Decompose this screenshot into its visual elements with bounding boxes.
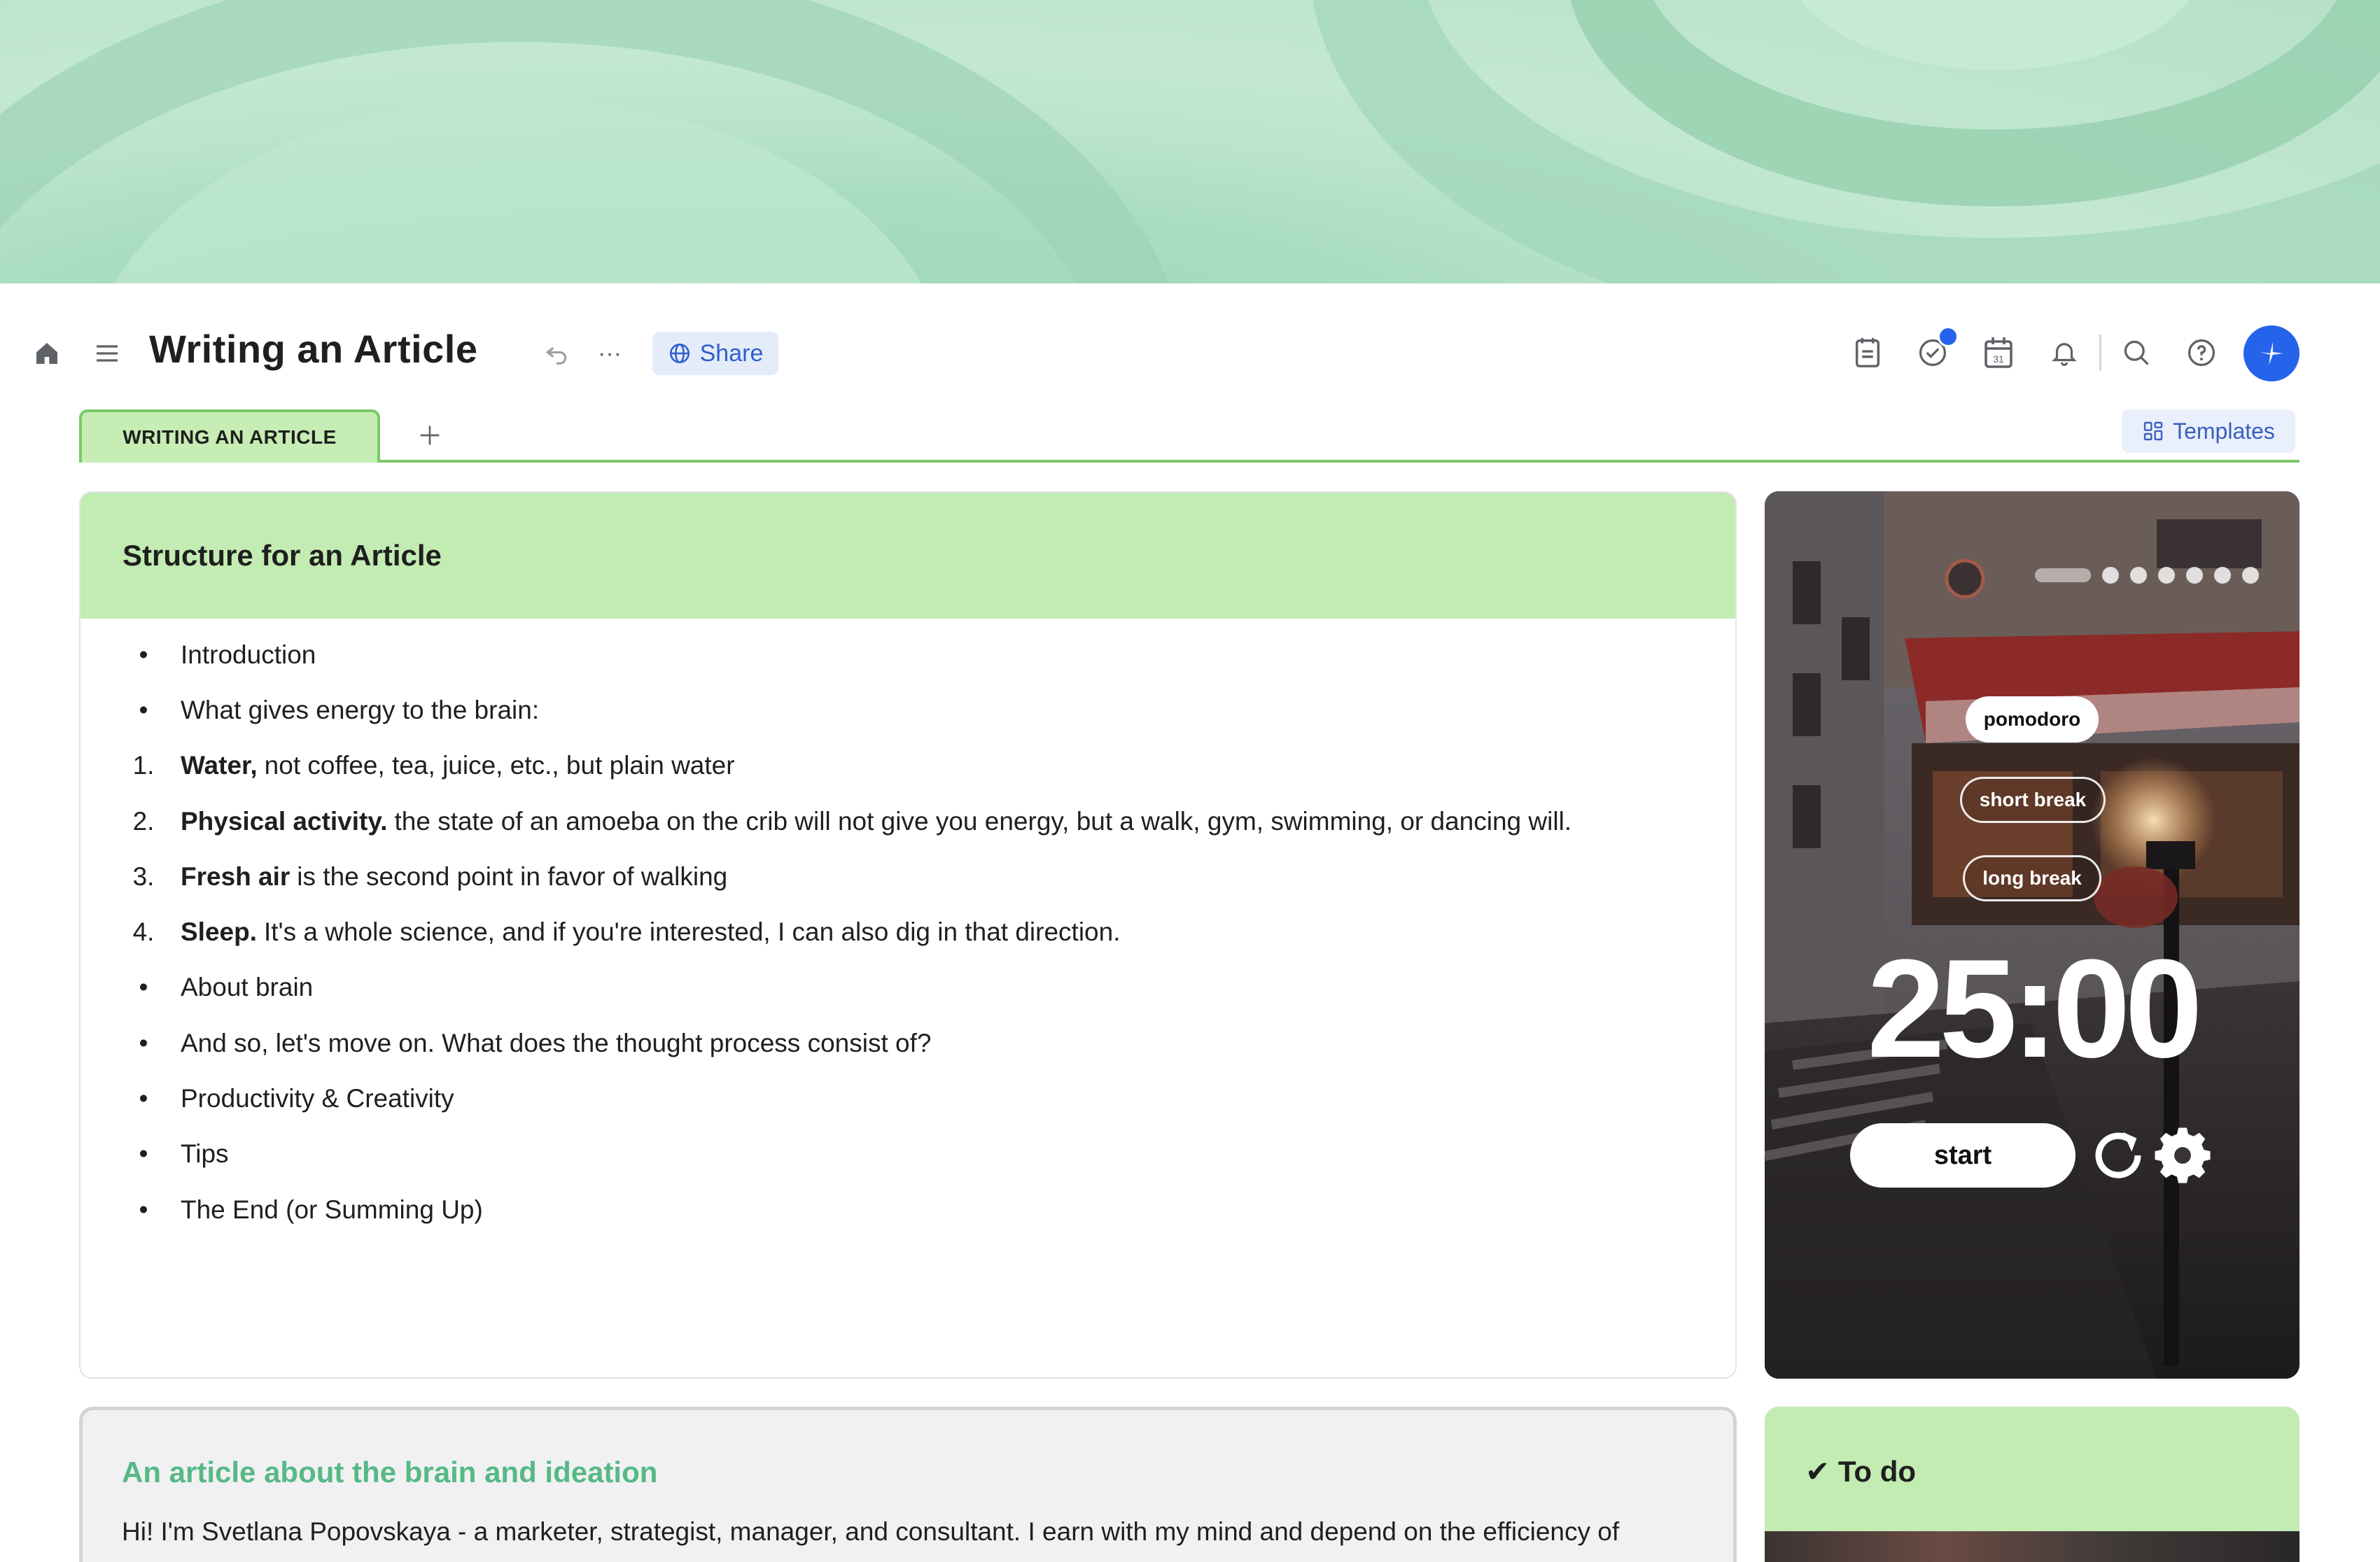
list-marker: • (139, 1195, 148, 1224)
share-button[interactable]: Share (652, 332, 778, 375)
reset-icon[interactable] (2089, 1126, 2148, 1185)
share-label: Share (699, 339, 764, 367)
list-marker: 3. (132, 861, 155, 891)
sparkle-icon (2260, 342, 2283, 365)
plus-icon (420, 425, 440, 445)
page-title[interactable]: Writing an Article (149, 326, 478, 372)
article-card: An article about the brain and ideation … (79, 1407, 1737, 1562)
globe-icon (669, 343, 690, 364)
list-item[interactable]: 3. Fresh air is the second point in favor … (122, 849, 1718, 904)
tab-writing-an-article[interactable]: WRITING AN ARTICLE (79, 409, 380, 463)
undo-icon[interactable] (540, 337, 573, 370)
list-item-text: the state of an amoeba on the crib will … (394, 806, 1572, 836)
list-marker: • (139, 973, 148, 1002)
indicator-dot (2130, 567, 2147, 584)
list-item-text: And so, let's move on. What does the tho… (181, 1028, 932, 1057)
list-item-text: not coffee, tea, juice, etc., but plain … (264, 751, 735, 780)
list-item[interactable]: • Productivity & Creativity (122, 1071, 1718, 1126)
mode-pomodoro-button[interactable]: pomodoro (1966, 696, 2099, 743)
notification-badge (1938, 326, 1959, 347)
list-item-bold: Physical activity. (181, 806, 388, 836)
mode-short-break-button[interactable]: short break (1960, 777, 2106, 823)
gear-icon[interactable] (2153, 1126, 2212, 1185)
add-tab-button[interactable] (414, 417, 445, 453)
notes-icon[interactable] (1851, 335, 1884, 371)
list-item[interactable]: • Tips (122, 1127, 1718, 1182)
list-item[interactable]: • What gives energy to the brain: (122, 682, 1718, 738)
slide-indicator (2035, 567, 2259, 584)
todo-card-title[interactable]: ✔ To do (1805, 1454, 1916, 1489)
indicator-dot (2186, 567, 2203, 584)
help-icon[interactable] (2185, 336, 2218, 370)
list-item[interactable]: 1. Water, not coffee, tea, juice, etc., bu… (122, 738, 1718, 794)
templates-button[interactable]: Templates (2122, 409, 2295, 453)
list-item[interactable]: • The End (or Summing Up) (122, 1182, 1718, 1237)
list-item-text: Introduction (181, 640, 316, 669)
timer-display: 25:00 (1867, 931, 2203, 1087)
svg-text:31: 31 (1993, 353, 2004, 365)
structure-list: • Introduction • What gives energy to the b… (122, 627, 1718, 1237)
list-item[interactable]: • Introduction (122, 627, 1718, 682)
user-avatar[interactable] (2244, 325, 2300, 381)
list-marker: • (139, 1084, 148, 1113)
grid-icon (2143, 421, 2163, 441)
article-card-title[interactable]: An article about the brain and ideation (122, 1456, 657, 1489)
indicator-dot (2102, 567, 2119, 584)
list-item[interactable]: • About brain (122, 960, 1718, 1015)
list-marker: • (139, 1139, 148, 1169)
todo-card: ✔ To do (1765, 1407, 2300, 1562)
structure-card: Structure for an Article • Introduction • W… (79, 491, 1737, 1379)
templates-label: Templates (2173, 418, 2275, 444)
mode-long-break-button[interactable]: long break (1963, 855, 2101, 901)
list-item-text: is the second point in favor of walking (297, 861, 728, 891)
list-item[interactable]: 2. Physical activity. the state of an amoe… (122, 794, 1718, 849)
indicator-dot (2242, 567, 2259, 584)
list-marker: • (139, 1028, 148, 1057)
list-marker: 2. (132, 806, 155, 836)
calendar-icon[interactable]: 31 (1982, 335, 2015, 371)
list-marker: 4. (132, 917, 155, 947)
list-item-bold: Fresh air (181, 861, 290, 891)
indicator-bar (2035, 568, 2091, 582)
more-options-icon[interactable]: ··· (594, 337, 626, 370)
list-item-text: About brain (181, 973, 314, 1002)
header-divider (2099, 335, 2101, 371)
structure-card-title[interactable]: Structure for an Article (80, 493, 1735, 619)
start-button[interactable]: start (1850, 1123, 2076, 1188)
bell-icon[interactable] (2047, 335, 2081, 371)
todo-card-image (1765, 1531, 2300, 1562)
list-item[interactable]: 4. Sleep. It's a whole science, and if you… (122, 904, 1718, 959)
list-item-text: It's a whole science, and if you're inte… (264, 917, 1121, 947)
home-icon[interactable] (31, 337, 63, 370)
search-icon[interactable] (2120, 336, 2153, 370)
tab-underline (79, 460, 2300, 463)
cover-pattern (0, 0, 2380, 283)
list-marker: 1. (132, 751, 155, 780)
article-card-text[interactable]: Hi! I'm Svetlana Popovskaya - a marketer… (122, 1517, 1619, 1547)
list-marker: • (139, 640, 148, 669)
list-item-text: Tips (181, 1139, 229, 1169)
pomodoro-widget: pomodoro short break long break 25:00 st… (1765, 491, 2300, 1379)
list-item-text: What gives energy to the brain: (181, 695, 540, 724)
cover-banner (0, 0, 2380, 283)
list-item-text: Productivity & Creativity (181, 1084, 454, 1113)
list-item-text: The End (or Summing Up) (181, 1195, 483, 1224)
list-marker: • (139, 695, 148, 724)
menu-icon[interactable] (91, 337, 123, 370)
list-item[interactable]: • And so, let's move on. What does the th… (122, 1015, 1718, 1071)
indicator-dot (2214, 567, 2231, 584)
list-item-bold: Water, (181, 751, 258, 780)
indicator-dot (2158, 567, 2175, 584)
list-item-bold: Sleep. (181, 917, 257, 947)
